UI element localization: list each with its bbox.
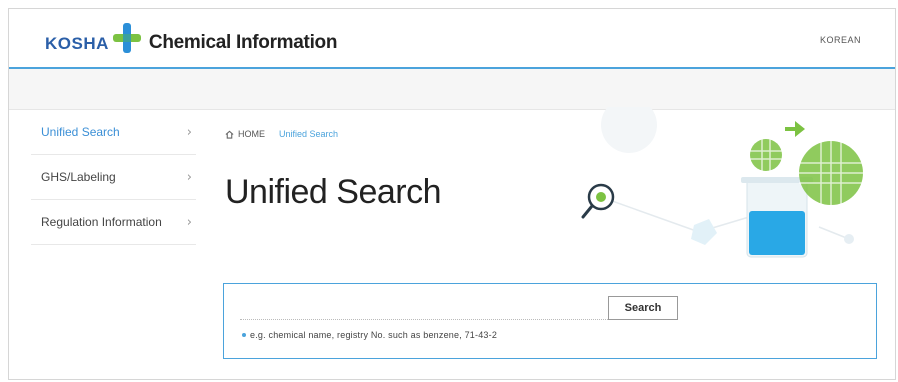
chemistry-illustration	[581, 107, 863, 258]
search-hint: e.g. chemical name, registry No. such as…	[242, 330, 497, 340]
chevron-right-icon: ›	[186, 124, 192, 140]
sidebar-item-regulation-information[interactable]: Regulation Information ›	[31, 200, 196, 245]
beaker-icon	[741, 177, 813, 258]
site-header: KOSHA Chemical Information KOREAN	[9, 9, 895, 69]
search-panel: Search e.g. chemical name, registry No. …	[223, 283, 877, 359]
arrow-icon	[785, 121, 805, 137]
search-button[interactable]: Search	[608, 296, 678, 320]
breadcrumb: HOME Unified Search	[225, 129, 338, 139]
sidebar-item-unified-search[interactable]: Unified Search ›	[31, 110, 196, 155]
breadcrumb-current: Unified Search	[279, 129, 339, 139]
language-link[interactable]: KOREAN	[820, 35, 861, 45]
magnifier-icon	[581, 183, 615, 219]
sidebar-item-label: Regulation Information	[41, 215, 162, 229]
page-frame: KOSHA Chemical Information KOREAN Unifie…	[8, 8, 896, 380]
site-title: Chemical Information	[148, 32, 338, 53]
sidebar-item-label: GHS/Labeling	[41, 170, 116, 184]
sidebar-nav: Unified Search › GHS/Labeling › Regulati…	[31, 110, 196, 245]
page-title: Unified Search	[225, 173, 442, 211]
chevron-right-icon: ›	[186, 214, 192, 230]
breadcrumb-home[interactable]: HOME	[238, 129, 265, 139]
logo-kosha-text: KOSHA	[45, 34, 109, 53]
logo-cross-icon	[112, 23, 141, 53]
sidebar-item-label: Unified Search	[41, 125, 120, 139]
search-input[interactable]	[240, 297, 616, 320]
bullet-icon	[242, 333, 246, 337]
header-band	[9, 69, 895, 110]
search-hint-text: e.g. chemical name, registry No. such as…	[250, 330, 498, 340]
sidebar-item-ghs-labeling[interactable]: GHS/Labeling ›	[31, 155, 196, 200]
site-logo[interactable]: KOSHA Chemical Information	[45, 23, 337, 53]
chevron-right-icon: ›	[186, 169, 192, 185]
home-icon	[225, 130, 234, 139]
